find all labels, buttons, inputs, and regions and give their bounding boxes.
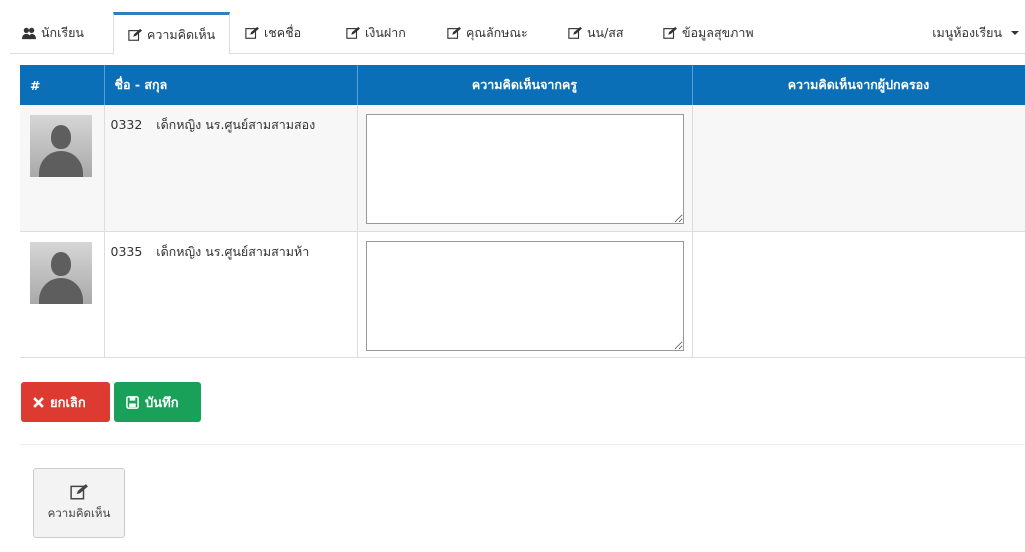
comments-table: # ชื่อ - สกุล ความคิดเห็นจากครู ความคิดเ… (20, 65, 1025, 358)
divider (20, 444, 1025, 445)
col-header-teacher-comment: ความคิดเห็นจากครู (357, 65, 693, 105)
tab-bar: นักเรียน ความคิดเห็น เชคชื่อ เงินฝาก คุณ… (10, 12, 1025, 55)
tab-label: นักเรียน (41, 25, 84, 40)
edit-icon (663, 26, 677, 39)
cancel-button[interactable]: ยกเลิก (21, 382, 110, 422)
name-cell: 0335 เด็กหญิง นร.ศูนย์สามสามห้า (104, 231, 358, 358)
save-button[interactable]: บันทึก (114, 382, 201, 422)
student-code: 0332 (110, 117, 143, 132)
tab-label: เชคชื่อ (264, 25, 302, 40)
edit-icon (447, 26, 461, 39)
floppy-disk-icon (126, 395, 139, 409)
col-header-name: ชื่อ - สกุล (104, 65, 358, 105)
tab-weight-height[interactable]: นน/สส (568, 12, 624, 54)
table-header-row: # ชื่อ - สกุล ความคิดเห็นจากครู ความคิดเ… (20, 65, 1025, 105)
student-code: 0335 (110, 243, 143, 259)
tab-label: ข้อมูลสุขภาพ (682, 25, 754, 40)
comments-shortcut-tile[interactable]: ความคิดเห็น (33, 468, 125, 538)
users-icon (22, 27, 36, 40)
tab-savings[interactable]: เงินฝาก (346, 12, 406, 54)
student-name: เด็กหญิง นร.ศูนย์สามสามห้า (156, 243, 310, 259)
avatar (30, 115, 92, 177)
caret-down-icon (1011, 31, 1019, 35)
col-header-parent-comment: ความคิดเห็นจากผู้ปกครอง (692, 65, 1025, 105)
table-row: 0335 เด็กหญิง นร.ศูนย์สามสามห้า (20, 231, 1025, 358)
tab-characteristics[interactable]: คุณลักษณะ (447, 12, 528, 54)
tile-label: ความคิดเห็น (47, 506, 111, 520)
avatar-cell (20, 105, 105, 232)
tab-students[interactable]: นักเรียน (22, 12, 84, 54)
table-row: 0332 เด็กหญิง นร.ศูนย์สามสามสอง (20, 105, 1025, 232)
parent-comment-cell (692, 231, 1025, 358)
menu-label: เมนูห้องเรียน (932, 25, 1002, 40)
student-name: เด็กหญิง นร.ศูนย์สามสามสอง (156, 117, 316, 132)
edit-icon (245, 26, 259, 39)
edit-icon (346, 26, 360, 39)
close-icon (33, 396, 44, 408)
avatar (30, 241, 92, 304)
teacher-comment-input[interactable] (365, 240, 684, 351)
save-label: บันทึก (145, 394, 179, 410)
edit-icon (568, 26, 582, 39)
cancel-label: ยกเลิก (50, 394, 86, 410)
tab-attendance[interactable]: เชคชื่อ (245, 12, 301, 54)
name-cell: 0332 เด็กหญิง นร.ศูนย์สามสามสอง (104, 105, 358, 232)
teacher-comment-input[interactable] (365, 114, 684, 224)
edit-icon (70, 484, 88, 500)
tab-label: ความคิดเห็น (147, 26, 216, 42)
tab-label: คุณลักษณะ (466, 25, 528, 40)
avatar-cell (20, 231, 105, 358)
parent-comment-cell (692, 105, 1025, 232)
edit-icon (128, 28, 142, 41)
tab-label: เงินฝาก (365, 25, 406, 40)
tab-label: นน/สส (587, 25, 624, 40)
tab-health[interactable]: ข้อมูลสุขภาพ (663, 12, 754, 54)
teacher-comment-cell (357, 231, 693, 358)
teacher-comment-cell (357, 105, 693, 232)
col-header-number: # (20, 65, 105, 105)
classroom-menu-dropdown[interactable]: เมนูห้องเรียน (932, 12, 1019, 54)
tab-comments[interactable]: ความคิดเห็น (113, 12, 231, 55)
